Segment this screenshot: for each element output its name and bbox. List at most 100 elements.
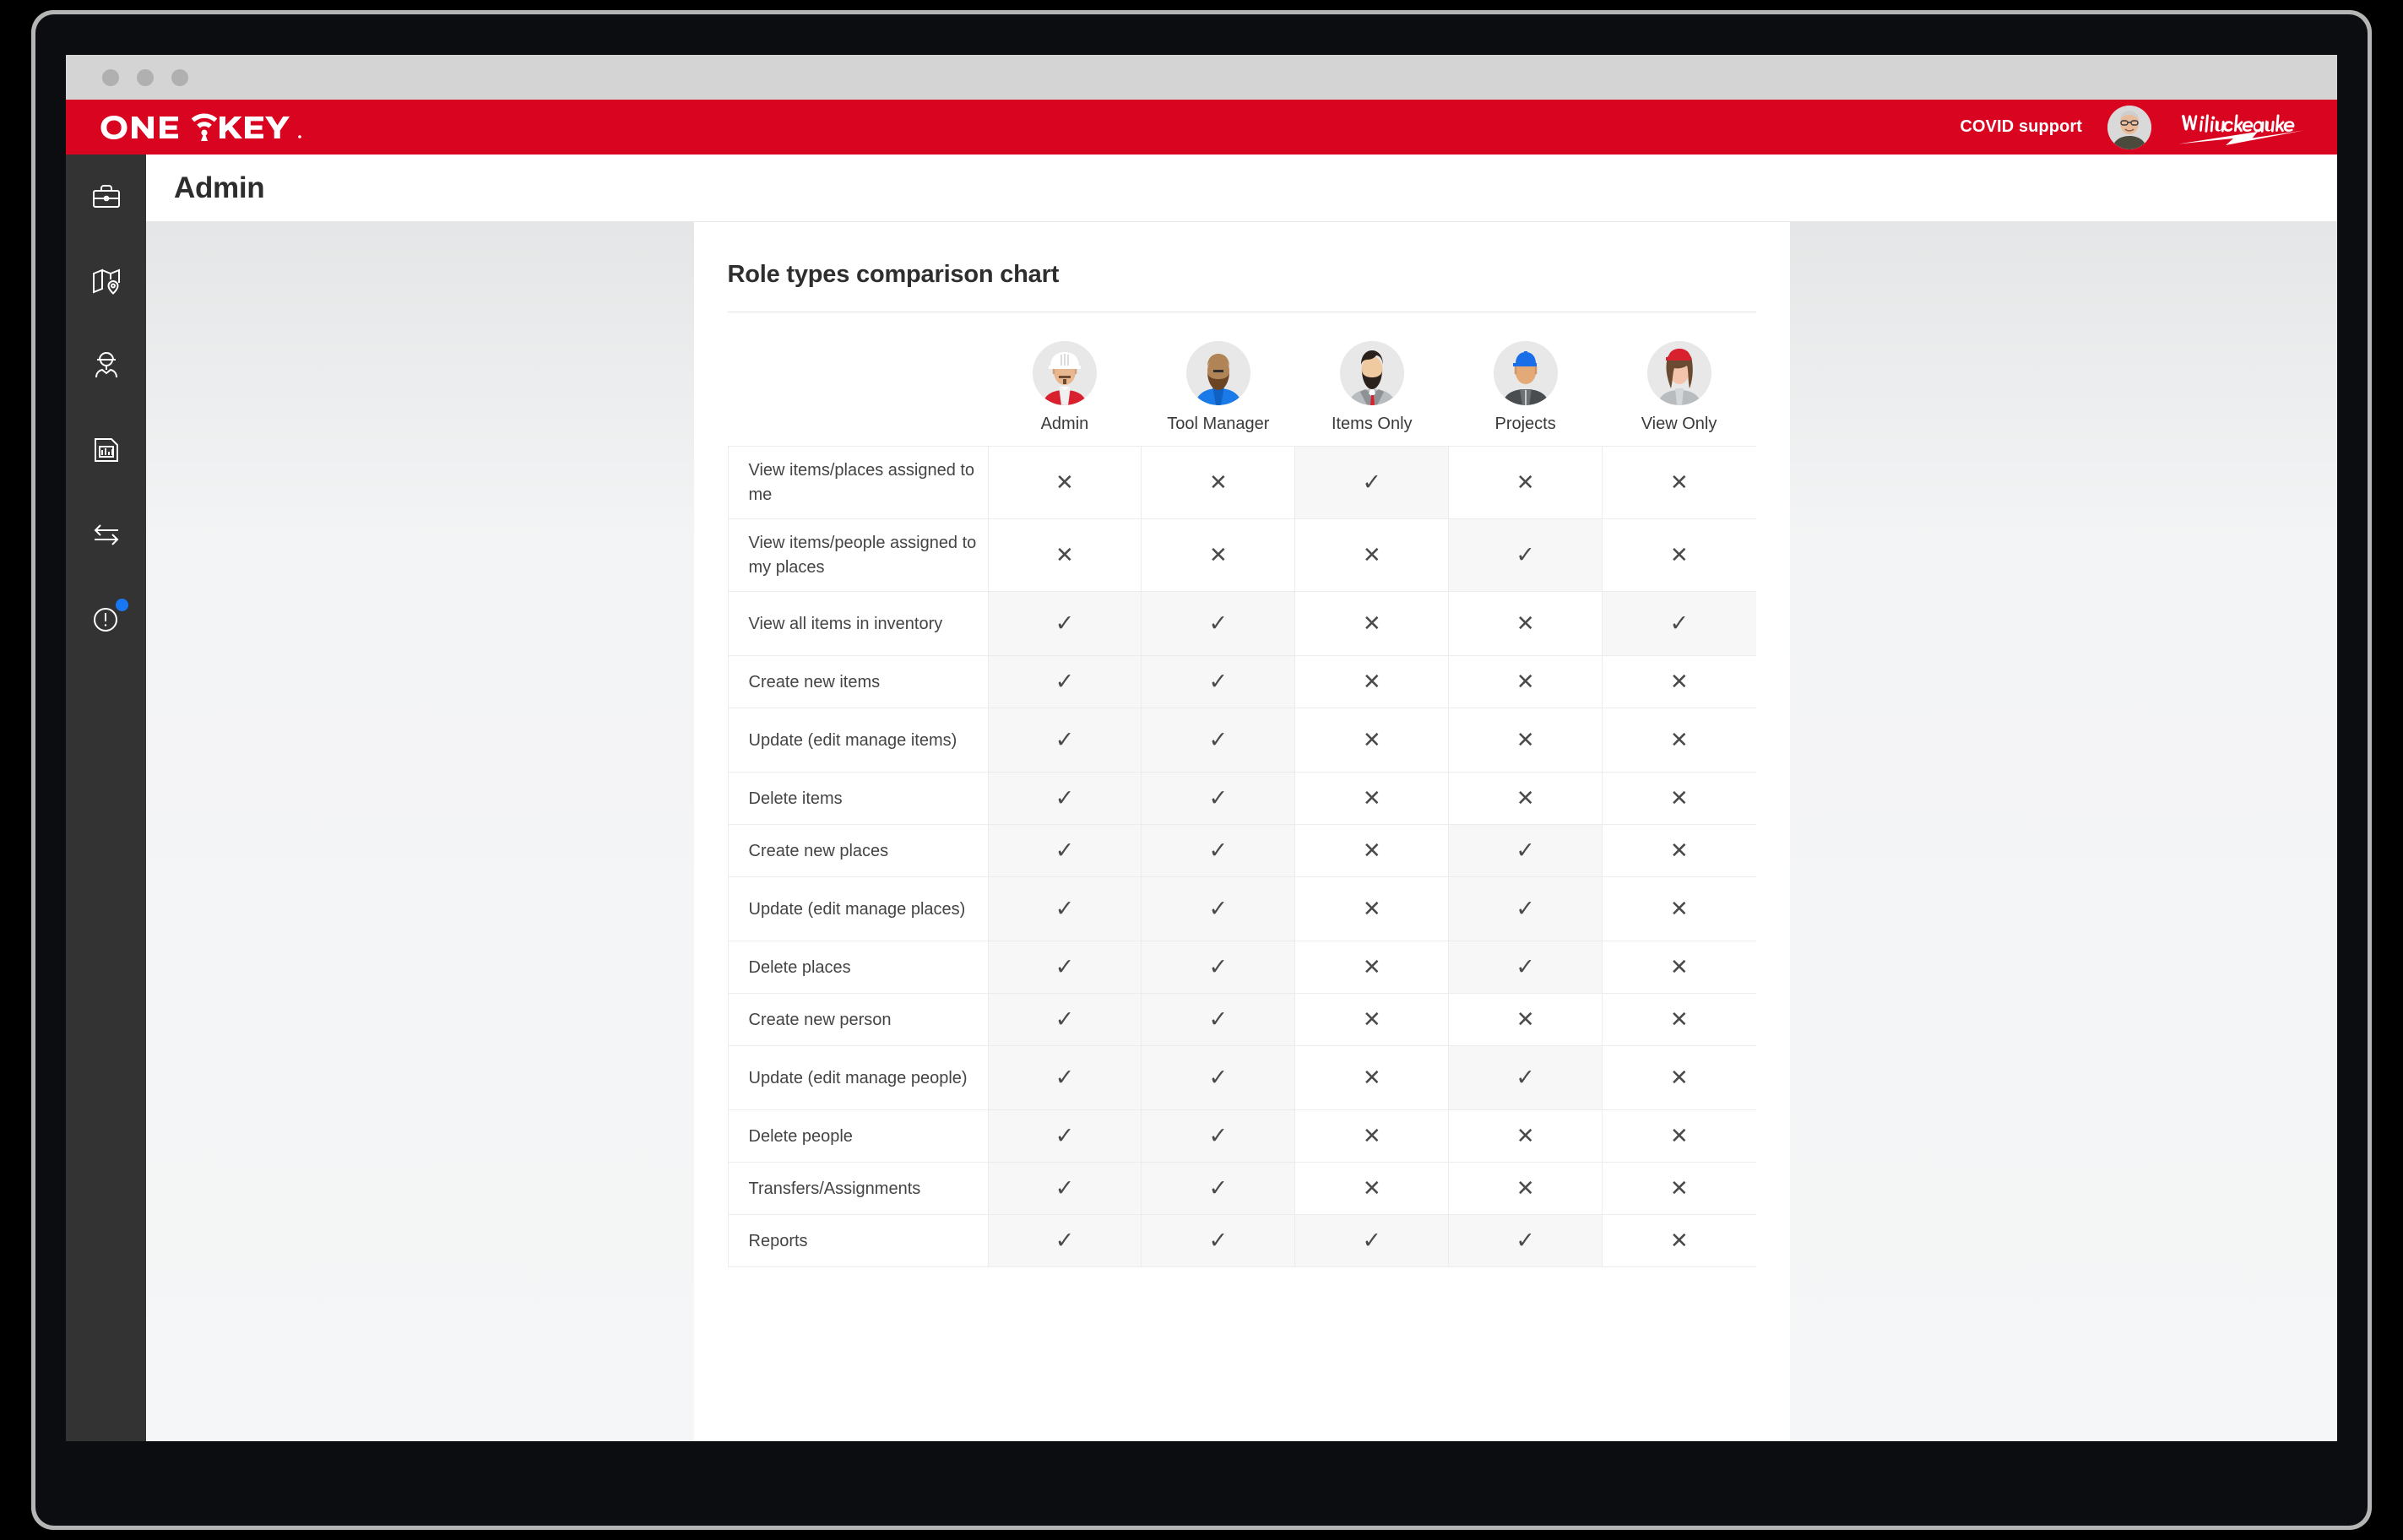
check-icon: ✓ xyxy=(1055,1175,1075,1201)
cross-icon: ✕ xyxy=(1516,1006,1535,1033)
permission-denied-cell: ✕ xyxy=(987,445,1142,520)
milwaukee-logo-icon[interactable] xyxy=(2177,109,2303,146)
role-column-label: Admin xyxy=(1040,415,1089,433)
permission-granted-cell: ✓ xyxy=(1141,655,1296,709)
sidebar-item-places[interactable] xyxy=(83,258,130,305)
app-body: Admin Role types comparison chart Admin … xyxy=(66,155,2337,1441)
row-label-header xyxy=(728,314,988,447)
permission-denied-cell: ✕ xyxy=(1294,772,1450,826)
window-close-button[interactable] xyxy=(102,68,119,86)
permission-denied-cell: ✕ xyxy=(1602,824,1756,878)
card-title: Role types comparison chart xyxy=(727,261,1756,312)
cross-icon: ✕ xyxy=(1362,1175,1381,1201)
permission-denied-cell: ✕ xyxy=(1602,1162,1756,1216)
permission-label: Create new places xyxy=(727,824,989,878)
cross-icon: ✕ xyxy=(1362,1006,1381,1033)
permission-denied-cell: ✕ xyxy=(1294,708,1450,773)
table-row: Update (edit manage people) ✓ ✓ ✕ ✓ ✕ xyxy=(727,1045,1756,1111)
table-row: Transfers/Assignments ✓ ✓ ✕ ✕ ✕ xyxy=(727,1162,1756,1216)
browser-titlebar xyxy=(66,55,2337,100)
sidebar-item-transfers[interactable] xyxy=(83,511,130,558)
permission-granted-cell: ✓ xyxy=(987,1045,1142,1111)
permission-denied-cell: ✕ xyxy=(1294,993,1450,1047)
permission-granted-cell: ✓ xyxy=(1448,518,1603,593)
check-icon: ✓ xyxy=(1208,1228,1229,1254)
permission-granted-cell: ✓ xyxy=(987,1109,1142,1163)
permission-granted-cell: ✓ xyxy=(1141,1214,1296,1268)
check-icon: ✓ xyxy=(1516,896,1535,922)
check-icon: ✓ xyxy=(1055,838,1075,864)
covid-support-link[interactable]: COVID support xyxy=(1960,117,2082,137)
permission-label: View all items in inventory xyxy=(727,591,989,657)
worker-icon xyxy=(95,352,117,378)
check-icon: ✓ xyxy=(1055,727,1075,753)
check-icon: ✓ xyxy=(1208,669,1229,695)
permission-granted-cell: ✓ xyxy=(987,708,1142,773)
role-column-header: Items Only xyxy=(1295,314,1449,447)
sidebar-item-people[interactable] xyxy=(83,342,130,389)
comparison-card: Role types comparison chart Admin Tool M… xyxy=(693,222,1790,1441)
permission-label: Update (edit manage places) xyxy=(727,876,989,942)
cross-icon: ✕ xyxy=(1669,838,1689,864)
permission-granted-cell: ✓ xyxy=(1141,591,1296,657)
onekey-logo-icon[interactable] xyxy=(93,112,304,143)
table-row: Create new items ✓ ✓ ✕ ✕ ✕ xyxy=(727,655,1756,709)
permission-denied-cell: ✕ xyxy=(1448,591,1603,657)
permission-denied-cell: ✕ xyxy=(1294,1045,1450,1111)
check-icon: ✓ xyxy=(1208,896,1229,922)
check-icon: ✓ xyxy=(1516,542,1535,568)
permission-denied-cell: ✕ xyxy=(1602,941,1756,995)
monitor-bezel: COVID support Admin Role types compariso… xyxy=(31,10,2372,1530)
check-icon: ✓ xyxy=(1362,1228,1382,1254)
check-icon: ✓ xyxy=(1669,610,1690,637)
check-icon: ✓ xyxy=(1208,1006,1229,1033)
table-body: View items/places assigned to me ✕ ✕ ✓ ✕ ✕ Vie… xyxy=(727,445,1756,1268)
sidebar-item-toolbox[interactable] xyxy=(83,173,130,220)
sidebar-item-alerts[interactable] xyxy=(83,595,130,643)
check-icon: ✓ xyxy=(1208,1175,1229,1201)
permission-denied-cell: ✕ xyxy=(1294,1109,1450,1163)
check-icon: ✓ xyxy=(1516,1065,1535,1091)
cross-icon: ✕ xyxy=(1362,838,1381,864)
window-maximize-button[interactable] xyxy=(171,68,188,86)
role-column-header: Projects xyxy=(1449,314,1603,447)
role-column-header: View Only xyxy=(1603,314,1756,447)
check-icon: ✓ xyxy=(1055,896,1075,922)
toolbox-icon xyxy=(92,185,120,208)
permission-granted-cell: ✓ xyxy=(1141,1045,1296,1111)
check-icon: ✓ xyxy=(1208,1065,1229,1091)
user-avatar[interactable] xyxy=(2107,105,2151,149)
permission-denied-cell: ✕ xyxy=(1602,772,1756,826)
cross-icon: ✕ xyxy=(1669,1065,1689,1091)
check-icon: ✓ xyxy=(1516,954,1535,980)
permission-granted-cell: ✓ xyxy=(1141,824,1296,878)
check-icon: ✓ xyxy=(1055,785,1075,811)
cross-icon: ✕ xyxy=(1362,610,1381,637)
cross-icon: ✕ xyxy=(1208,469,1228,496)
cross-icon: ✕ xyxy=(1362,954,1381,980)
cross-icon: ✕ xyxy=(1055,469,1074,496)
cross-icon: ✕ xyxy=(1362,896,1381,922)
check-icon: ✓ xyxy=(1208,785,1229,811)
monitor-screen-frame: COVID support Admin Role types compariso… xyxy=(35,14,2368,1526)
permission-denied-cell: ✕ xyxy=(1294,591,1450,657)
cross-icon: ✕ xyxy=(1669,1006,1689,1033)
permission-label: Create new items xyxy=(727,655,989,709)
permission-granted-cell: ✓ xyxy=(987,941,1142,995)
projects-avatar xyxy=(1493,341,1558,405)
permission-denied-cell: ✕ xyxy=(1602,518,1756,593)
check-icon: ✓ xyxy=(1055,669,1075,695)
permission-granted-cell: ✓ xyxy=(1141,772,1296,826)
sidebar-item-reports[interactable] xyxy=(83,426,130,474)
role-column-label: View Only xyxy=(1641,415,1717,433)
map-pin-icon xyxy=(92,268,120,295)
permission-denied-cell: ✕ xyxy=(1602,1109,1756,1163)
cross-icon: ✕ xyxy=(1669,542,1689,568)
permission-granted-cell: ✓ xyxy=(987,1214,1142,1268)
permission-denied-cell: ✕ xyxy=(1448,708,1603,773)
window-minimize-button[interactable] xyxy=(137,68,154,86)
permission-denied-cell: ✕ xyxy=(1602,1045,1756,1111)
role-column-label: Projects xyxy=(1494,415,1556,433)
permission-granted-cell: ✓ xyxy=(1141,708,1296,773)
header-right-group: COVID support xyxy=(1960,105,2303,149)
